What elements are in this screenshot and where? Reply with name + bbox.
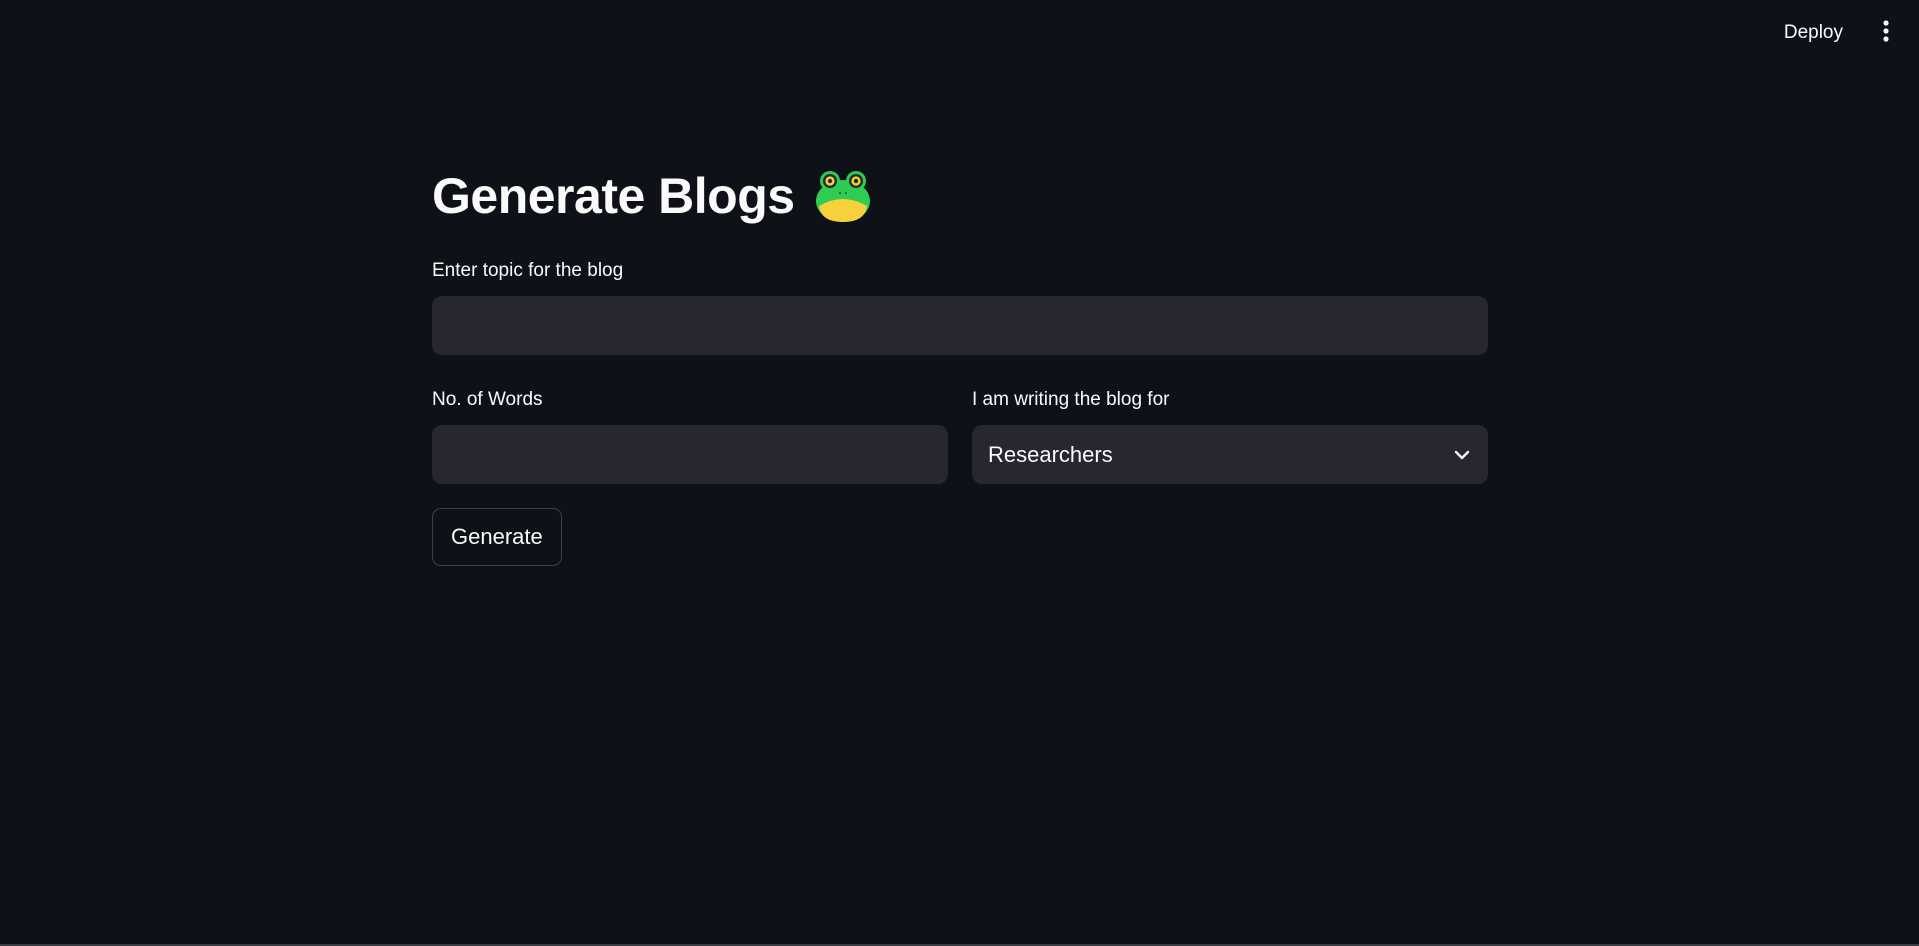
words-field-group: No. of Words [432, 389, 948, 484]
words-input[interactable] [432, 425, 948, 484]
topic-input[interactable] [432, 296, 1488, 355]
app-root: Deploy Generate Blogs Enter topic for th… [0, 0, 1919, 946]
audience-select-label: I am writing the blog for [972, 389, 1170, 410]
page-title: Generate Blogs [432, 168, 795, 224]
audience-select[interactable]: Researchers [972, 425, 1488, 484]
deploy-button[interactable]: Deploy [1770, 14, 1857, 52]
title-row: Generate Blogs [432, 160, 1488, 232]
main-menu-button[interactable] [1871, 13, 1901, 53]
top-toolbar: Deploy [1770, 0, 1919, 66]
audience-selected-value: Researchers [988, 441, 1113, 467]
frog-icon [815, 168, 871, 224]
words-field-label: No. of Words [432, 389, 543, 410]
more-vertical-icon [1882, 19, 1890, 48]
generate-button[interactable]: Generate [432, 508, 562, 566]
main-content: Generate Blogs Enter topic for the blog … [432, 160, 1488, 566]
chevron-down-icon [1452, 445, 1472, 465]
audience-field-group: I am writing the blog for Researchers [972, 389, 1488, 484]
topic-field-group: Enter topic for the blog [432, 260, 1488, 355]
topic-field-label: Enter topic for the blog [432, 260, 624, 281]
options-row: No. of Words I am writing the blog for R… [432, 389, 1488, 484]
